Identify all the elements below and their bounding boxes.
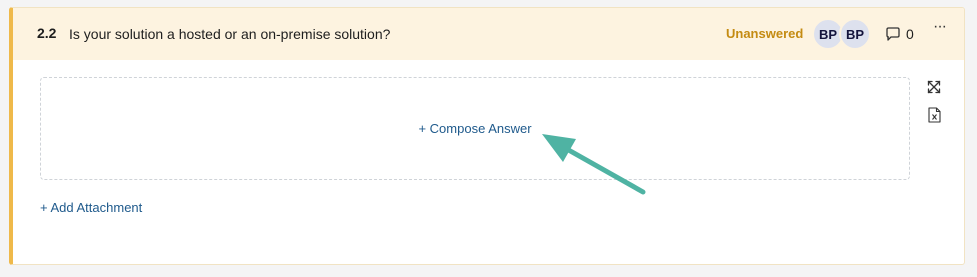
assignee-avatar[interactable]: BP (839, 18, 871, 50)
file-export-icon[interactable] (928, 107, 941, 123)
question-text: Is your solution a hosted or an on-premi… (69, 26, 391, 42)
question-header: 2.2 Is your solution a hosted or an on-p… (13, 8, 964, 60)
avatar-initials: BP (845, 26, 865, 42)
expand-icon[interactable] (927, 80, 941, 94)
status-badge[interactable]: Unanswered (726, 26, 803, 41)
answer-area[interactable]: + Compose Answer (40, 77, 910, 180)
question-card: 2.2 Is your solution a hosted or an on-p… (9, 7, 965, 265)
question-number: 2.2 (37, 25, 57, 41)
comment-count[interactable]: 0 (906, 26, 914, 42)
avatar-initials: BP (818, 26, 838, 42)
comment-icon[interactable] (885, 26, 901, 42)
add-attachment-link[interactable]: + Add Attachment (40, 200, 142, 215)
more-options-icon[interactable]: ··· (933, 18, 947, 36)
compose-answer-button[interactable]: + Compose Answer (41, 121, 909, 136)
